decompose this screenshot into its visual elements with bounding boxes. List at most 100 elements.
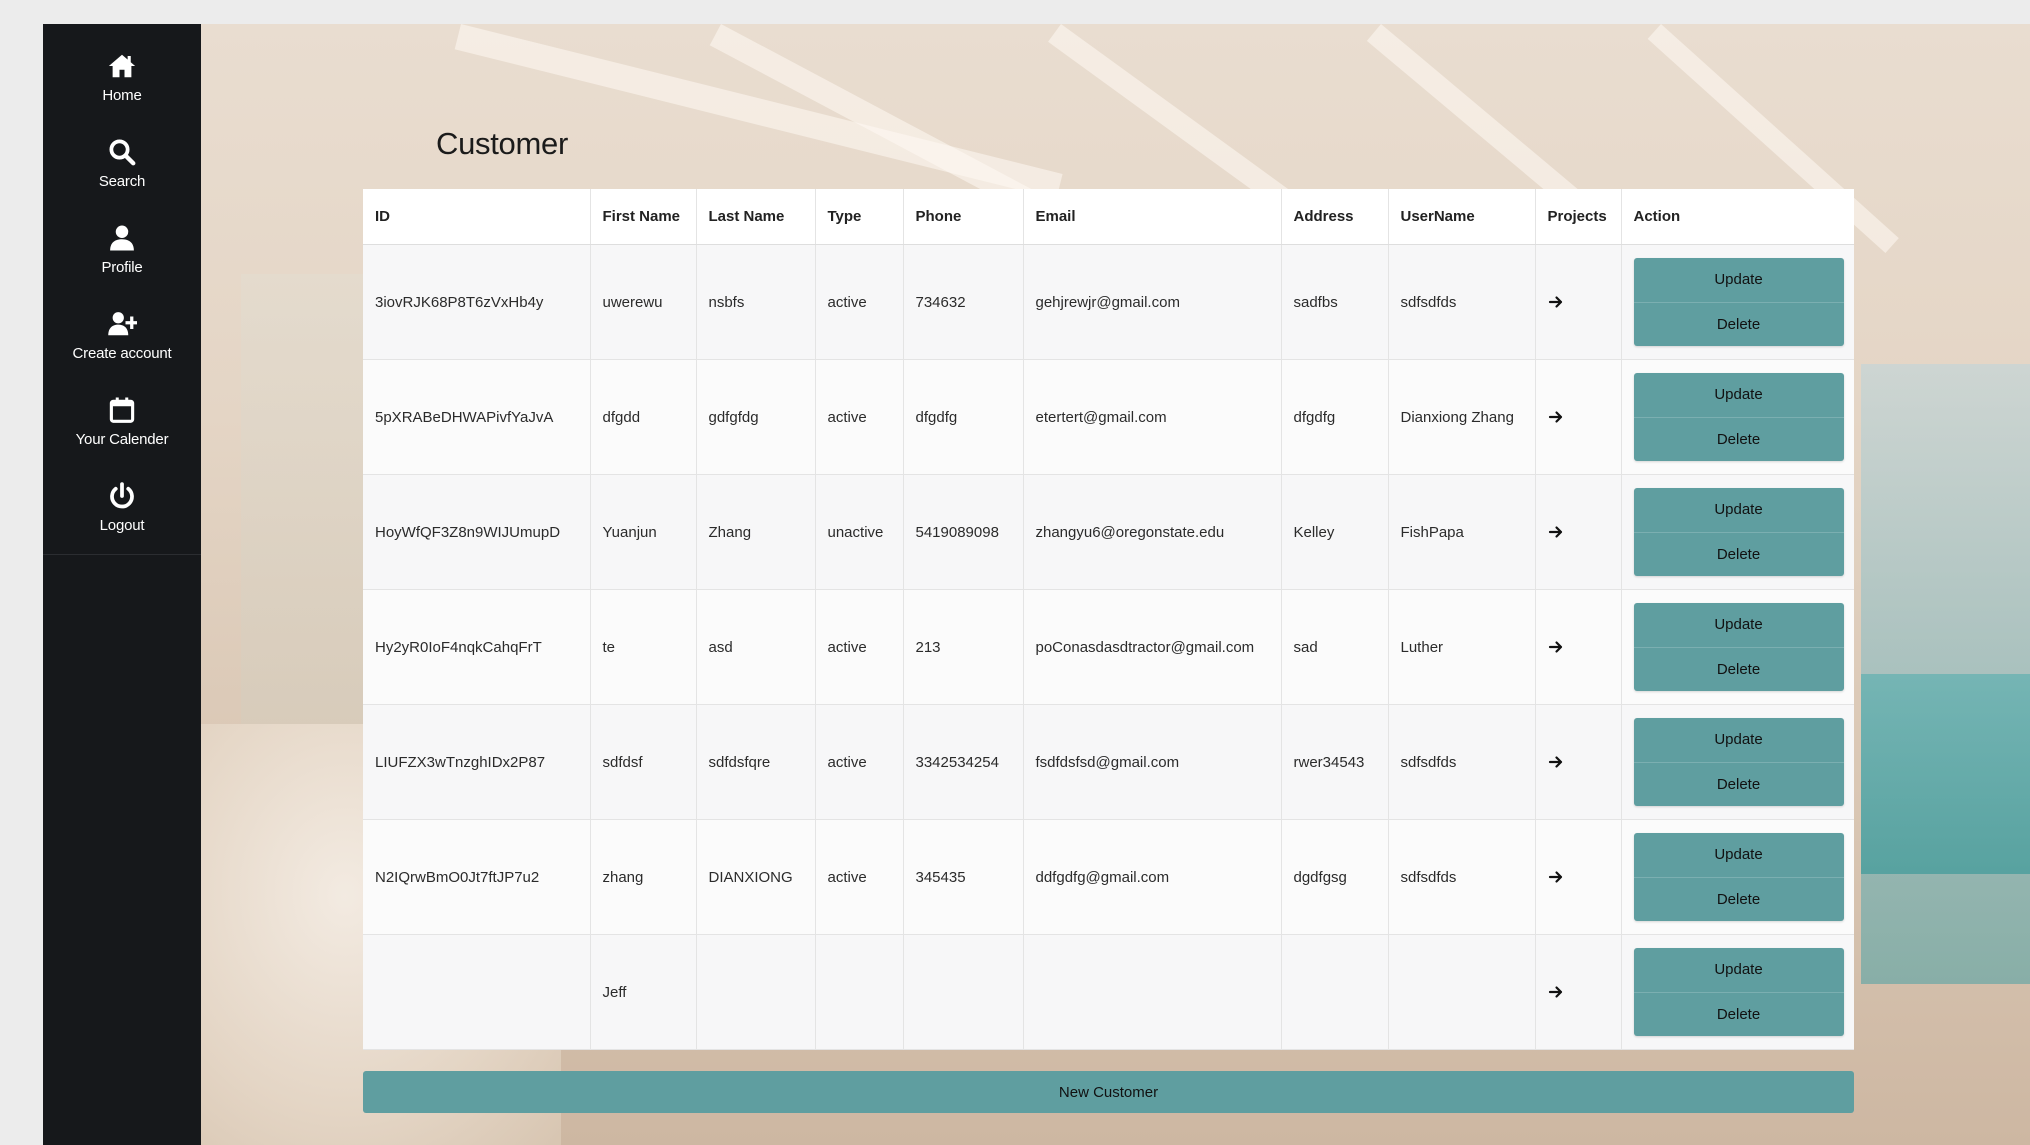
table-row: Jeff Update Delete — [363, 934, 1854, 1050]
cell-last-name — [696, 934, 816, 1050]
cell-phone: 345435 — [903, 819, 1024, 935]
sidebar-item-calendar[interactable]: Your Calender — [43, 378, 201, 464]
cell-address — [1281, 934, 1389, 1050]
cell-username: FishPapa — [1388, 474, 1536, 590]
cell-id: HoyWfQF3Z8n9WIJUmupD — [363, 474, 591, 590]
arrow-right-icon[interactable] — [1548, 294, 1621, 310]
cell-phone: 5419089098 — [903, 474, 1024, 590]
cell-email: etertert@gmail.com — [1023, 359, 1282, 475]
delete-button[interactable]: Delete — [1634, 418, 1844, 462]
cell-last-name: DIANXIONG — [696, 819, 816, 935]
sidebar-item-profile[interactable]: Profile — [43, 206, 201, 292]
sidebar-item-label: Profile — [101, 258, 143, 276]
cell-projects — [1535, 359, 1622, 475]
arrow-right-icon[interactable] — [1548, 524, 1621, 540]
cell-address: dfgdfg — [1281, 359, 1389, 475]
sidebar-item-logout[interactable]: Logout — [43, 464, 201, 550]
arrow-right-icon[interactable] — [1548, 409, 1621, 425]
sidebar-item-label: Search — [98, 172, 146, 190]
cell-email: ddfgdfg@gmail.com — [1023, 819, 1282, 935]
cell-action: Update Delete — [1621, 474, 1854, 590]
cell-action: Update Delete — [1621, 359, 1854, 475]
sidebar-item-label: Home — [102, 86, 142, 104]
cell-id: N2IQrwBmO0Jt7ftJP7u2 — [363, 819, 591, 935]
sidebar-item-home[interactable]: Home — [43, 34, 201, 120]
user-plus-icon — [108, 311, 137, 335]
cell-first-name: Jeff — [590, 934, 697, 1050]
delete-button[interactable]: Delete — [1634, 878, 1844, 922]
sidebar-nav: Home Search Profile Create account Your … — [43, 24, 201, 555]
cell-address: dgdfgsg — [1281, 819, 1389, 935]
cell-projects — [1535, 704, 1622, 820]
cell-id: 5pXRABeDHWAPivfYaJvA — [363, 359, 591, 475]
arrow-right-icon[interactable] — [1548, 984, 1621, 1000]
table-row: N2IQrwBmO0Jt7ftJP7u2 zhang DIANXIONG act… — [363, 819, 1854, 935]
cell-address: sadfbs — [1281, 244, 1389, 360]
delete-button[interactable]: Delete — [1634, 993, 1844, 1037]
update-button[interactable]: Update — [1633, 373, 1844, 418]
delete-button[interactable]: Delete — [1634, 303, 1844, 347]
cell-action: Update Delete — [1621, 589, 1854, 705]
cell-last-name: gdfgfdg — [696, 359, 816, 475]
arrow-right-icon[interactable] — [1548, 754, 1621, 770]
cell-projects — [1535, 244, 1622, 360]
cell-last-name: asd — [696, 589, 816, 705]
column-header-action: Action — [1621, 189, 1854, 245]
action-button-group: Update Delete — [1633, 373, 1844, 462]
cell-address: rwer34543 — [1281, 704, 1389, 820]
column-header-email: Email — [1023, 189, 1282, 245]
update-button[interactable]: Update — [1633, 258, 1844, 303]
cell-last-name: sdfdsfqre — [696, 704, 816, 820]
table-row: 3iovRJK68P8T6zVxHb4y uwerewu nsbfs activ… — [363, 244, 1854, 360]
cell-last-name: nsbfs — [696, 244, 816, 360]
cell-address: Kelley — [1281, 474, 1389, 590]
cell-username: sdfsdfds — [1388, 244, 1536, 360]
sidebar-item-search[interactable]: Search — [43, 120, 201, 206]
cell-phone — [903, 934, 1024, 1050]
cell-phone: 213 — [903, 589, 1024, 705]
cell-username: sdfsdfds — [1388, 819, 1536, 935]
update-button[interactable]: Update — [1633, 488, 1844, 533]
cell-email: zhangyu6@oregonstate.edu — [1023, 474, 1282, 590]
action-button-group: Update Delete — [1633, 258, 1844, 347]
cell-action: Update Delete — [1621, 934, 1854, 1050]
column-header-address: Address — [1281, 189, 1389, 245]
sidebar-item-create-account[interactable]: Create account — [43, 292, 201, 378]
cell-id — [363, 934, 591, 1050]
cell-first-name: te — [590, 589, 697, 705]
delete-button[interactable]: Delete — [1634, 648, 1844, 692]
cell-phone: 3342534254 — [903, 704, 1024, 820]
calendar-icon — [109, 397, 135, 423]
delete-button[interactable]: Delete — [1634, 533, 1844, 577]
cell-first-name: Yuanjun — [590, 474, 697, 590]
cell-action: Update Delete — [1621, 244, 1854, 360]
arrow-right-icon[interactable] — [1548, 639, 1621, 655]
background-sea — [1861, 674, 2030, 874]
update-button[interactable]: Update — [1633, 833, 1844, 878]
update-button[interactable]: Update — [1633, 948, 1844, 993]
update-button[interactable]: Update — [1633, 718, 1844, 763]
column-header-phone: Phone — [903, 189, 1024, 245]
cell-id: Hy2yR0IoF4nqkCahqFrT — [363, 589, 591, 705]
arrow-right-icon[interactable] — [1548, 869, 1621, 885]
cell-email: poConasdasdtractor@gmail.com — [1023, 589, 1282, 705]
cell-phone: 734632 — [903, 244, 1024, 360]
cell-id: 3iovRJK68P8T6zVxHb4y — [363, 244, 591, 360]
column-header-first-name: First Name — [590, 189, 697, 245]
sidebar-item-label: Logout — [99, 516, 145, 534]
action-button-group: Update Delete — [1633, 718, 1844, 807]
customer-table: ID First Name Last Name Type Phone Email… — [363, 189, 1854, 1050]
update-button[interactable]: Update — [1633, 603, 1844, 648]
action-button-group: Update Delete — [1633, 603, 1844, 692]
home-icon — [108, 54, 136, 77]
cell-email — [1023, 934, 1282, 1050]
cell-projects — [1535, 934, 1622, 1050]
cell-projects — [1535, 589, 1622, 705]
delete-button[interactable]: Delete — [1634, 763, 1844, 807]
action-button-group: Update Delete — [1633, 488, 1844, 577]
table-row: Hy2yR0IoF4nqkCahqFrT te asd active 213 p… — [363, 589, 1854, 705]
search-icon — [109, 139, 136, 165]
cell-type: unactive — [815, 474, 904, 590]
new-customer-button[interactable]: New Customer — [363, 1071, 1854, 1113]
sidebar-item-label: Your Calender — [75, 430, 169, 448]
